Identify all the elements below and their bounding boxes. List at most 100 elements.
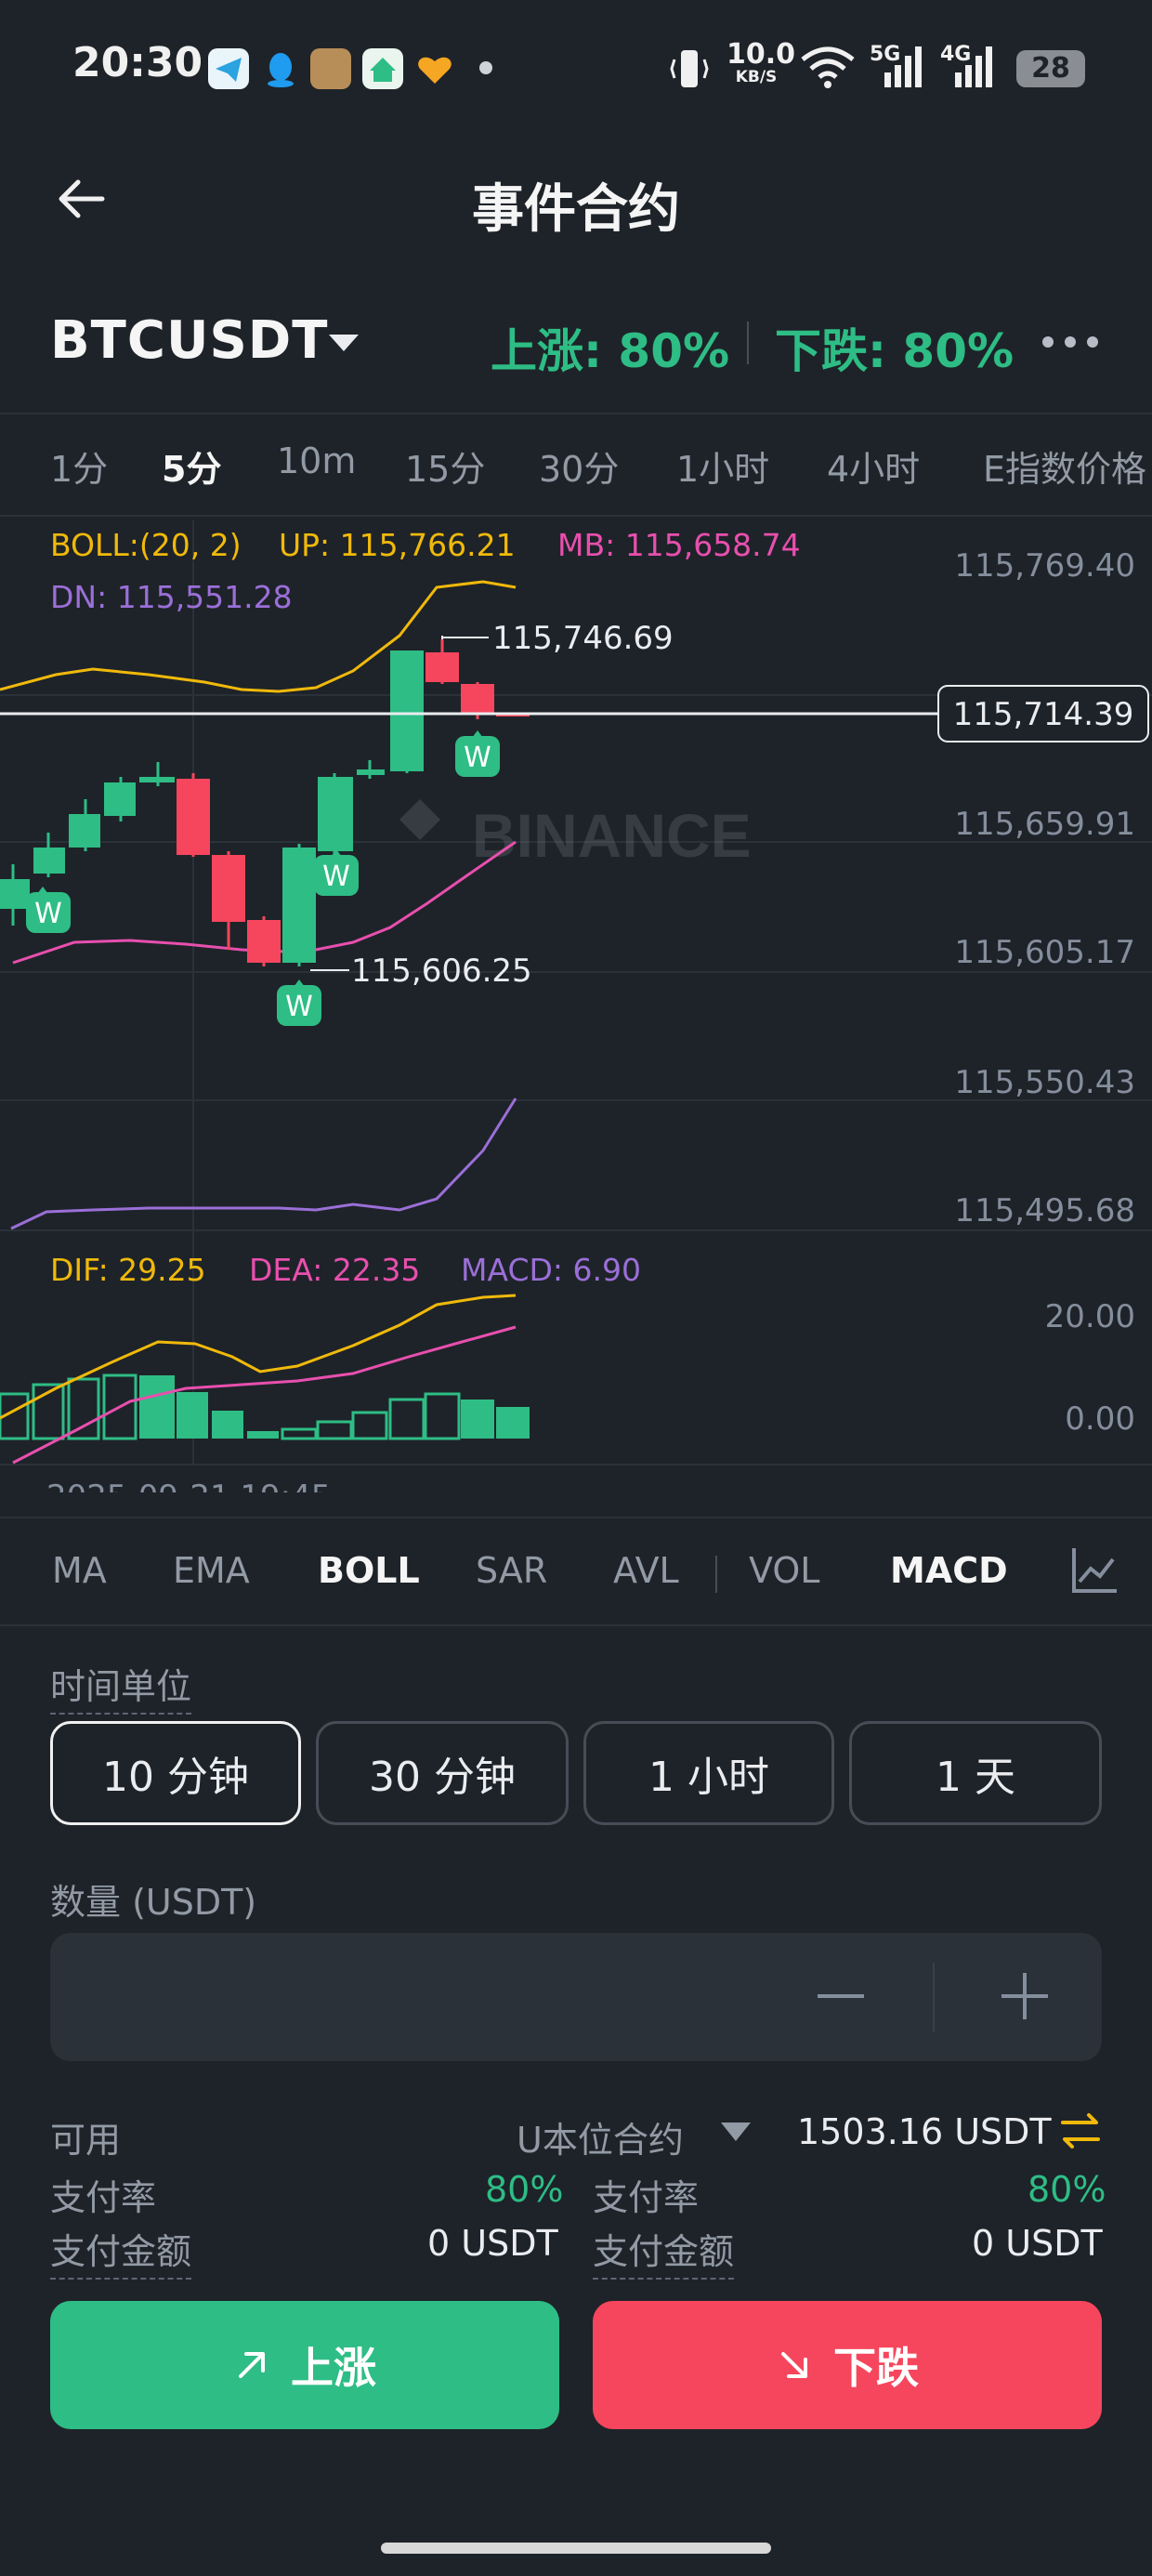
- boll-up-value: UP: 115,766.21: [279, 527, 516, 563]
- tab-15m[interactable]: 15分: [405, 440, 485, 492]
- indicator-sar[interactable]: SAR: [476, 1550, 547, 1591]
- price-axis-label: 115,550.43: [954, 1064, 1135, 1101]
- down-percentage: 下跌: 80%: [775, 324, 1015, 378]
- battery-indicator: 28: [1016, 50, 1085, 87]
- indicator-vol[interactable]: VOL: [749, 1550, 819, 1591]
- macd-value: MACD: 6.90: [461, 1252, 641, 1288]
- current-price-text: 115,714.39: [953, 696, 1134, 733]
- tab-index-price[interactable]: E指数价格: [983, 440, 1146, 492]
- transfer-icon[interactable]: [1059, 2109, 1102, 2156]
- available-balance: 1503.16 USDT: [797, 2111, 1052, 2152]
- boll-mb-value: MB: 115,658.74: [557, 527, 801, 563]
- more-options-icon[interactable]: [1041, 335, 1100, 349]
- time-unit-label: 时间单位: [50, 1658, 192, 1715]
- boll-dn-line: [10, 1097, 517, 1230]
- indicator-macd[interactable]: MACD: [890, 1550, 1008, 1591]
- arrow-down-right-icon: [781, 2352, 807, 2378]
- sell-down-button[interactable]: 下跌: [593, 2301, 1102, 2429]
- home-indicator[interactable]: [381, 2543, 771, 2554]
- contract-type-selector[interactable]: U本位合约: [517, 2111, 684, 2162]
- tab-10m[interactable]: 10m: [277, 440, 356, 481]
- svg-text:W: W: [34, 898, 62, 930]
- available-label: 可用: [50, 2120, 122, 2161]
- buy-up-button[interactable]: 上涨: [50, 2301, 559, 2429]
- symbol-selector[interactable]: BTCUSDT: [50, 310, 328, 371]
- separator: [933, 1963, 935, 2031]
- left-rate-value: 80%: [485, 2169, 564, 2210]
- net-speed: 10.0 KB/S: [727, 38, 796, 86]
- left-pay-value: 0 USDT: [427, 2223, 558, 2264]
- svg-text:W: W: [322, 861, 350, 893]
- right-rate-label: 支付率: [593, 2177, 700, 2218]
- price-chart[interactable]: BINANCE W W W W 115,746.69 115,606.25 11…: [0, 517, 1152, 1492]
- status-bar: 20:30 10.0 KB/S 5G 4G 28: [0, 0, 1152, 139]
- right-pay-label: 支付金额: [593, 2223, 735, 2280]
- binance-watermark: BINANCE: [399, 799, 752, 870]
- minus-icon[interactable]: [818, 1994, 864, 1998]
- caret-down-icon[interactable]: [721, 2123, 751, 2141]
- caret-down-icon[interactable]: [329, 335, 359, 351]
- price-axis-label: 115,495.68: [954, 1192, 1135, 1229]
- price-axis-label: 115,769.40: [954, 547, 1135, 585]
- svg-text:W: W: [464, 742, 491, 774]
- home-app-icon: [362, 48, 403, 89]
- macd-dif-value: DIF: 29.25: [50, 1252, 206, 1288]
- left-pay-label: 支付金额: [50, 2223, 192, 2280]
- macd-dea-value: DEA: 22.35: [249, 1252, 420, 1288]
- w-badge: W: [277, 979, 321, 1026]
- signal-5g-icon: [881, 45, 925, 93]
- notification-dot-icon: [479, 61, 492, 74]
- plus-icon[interactable]: [1023, 1973, 1027, 2019]
- up-percentage: 上涨: 80%: [491, 324, 730, 378]
- indicator-avl[interactable]: AVL: [613, 1550, 679, 1591]
- tab-4h[interactable]: 4小时: [827, 440, 920, 492]
- indicator-ema[interactable]: EMA: [173, 1550, 250, 1591]
- svg-text:W: W: [285, 991, 313, 1023]
- w-badge: W: [26, 887, 71, 933]
- duration-1d-button[interactable]: 1 天: [849, 1721, 1102, 1825]
- macd-axis-label: 20.00: [1045, 1298, 1135, 1335]
- sell-label: 下跌: [833, 2343, 919, 2393]
- indicator-ma[interactable]: MA: [52, 1550, 107, 1591]
- price-axis-label: 115,605.17: [954, 934, 1135, 971]
- low-price-marker: 115,606.25: [351, 953, 532, 990]
- divider: [0, 413, 1152, 414]
- vibrate-icon: [669, 46, 710, 95]
- status-time: 20:30: [72, 39, 203, 86]
- indicator-boll[interactable]: BOLL: [318, 1550, 420, 1591]
- separator: [715, 1556, 717, 1593]
- price-axis-label: 115,659.91: [954, 806, 1135, 843]
- qq-icon: [260, 48, 301, 89]
- game-icon: [310, 48, 351, 89]
- arrow-up-right-icon: [239, 2352, 265, 2378]
- boll-label: BOLL:(20, 2): [50, 527, 242, 563]
- divider: [0, 1624, 1152, 1626]
- duration-30m-button[interactable]: 30 分钟: [316, 1721, 569, 1825]
- right-rate-value: 80%: [1028, 2169, 1106, 2210]
- tab-30m[interactable]: 30分: [539, 440, 619, 492]
- svg-text:BINANCE: BINANCE: [472, 801, 752, 870]
- macd-axis-label: 0.00: [1065, 1400, 1135, 1438]
- buy-label: 上涨: [291, 2343, 376, 2393]
- telegram-icon: [208, 48, 249, 89]
- indicator-settings-icon[interactable]: [1068, 1544, 1120, 1600]
- candlesticks: [0, 639, 530, 966]
- tab-1m[interactable]: 1分: [50, 440, 108, 492]
- right-pay-value: 0 USDT: [972, 2223, 1103, 2264]
- w-badge: W: [314, 849, 359, 896]
- separator: [747, 322, 749, 364]
- tab-5m[interactable]: 5分: [162, 440, 221, 492]
- duration-10m-button[interactable]: 10 分钟: [50, 1721, 301, 1825]
- macd-dif-line: [0, 1294, 517, 1420]
- left-rate-label: 支付率: [50, 2177, 157, 2218]
- amount-input[interactable]: [50, 1933, 1102, 2061]
- wifi-icon: [799, 45, 857, 93]
- boll-dn-value: DN: 115,551.28: [50, 579, 293, 615]
- page-title: 事件合约: [472, 179, 680, 240]
- w-badge: W: [455, 730, 500, 777]
- high-price-marker: 115,746.69: [492, 620, 674, 657]
- chart-timestamp: 2025-09-21 19:45: [46, 1479, 331, 1492]
- duration-1h-button[interactable]: 1 小时: [583, 1721, 834, 1825]
- signal-4g-icon: [951, 45, 996, 93]
- tab-1h[interactable]: 1小时: [676, 440, 769, 492]
